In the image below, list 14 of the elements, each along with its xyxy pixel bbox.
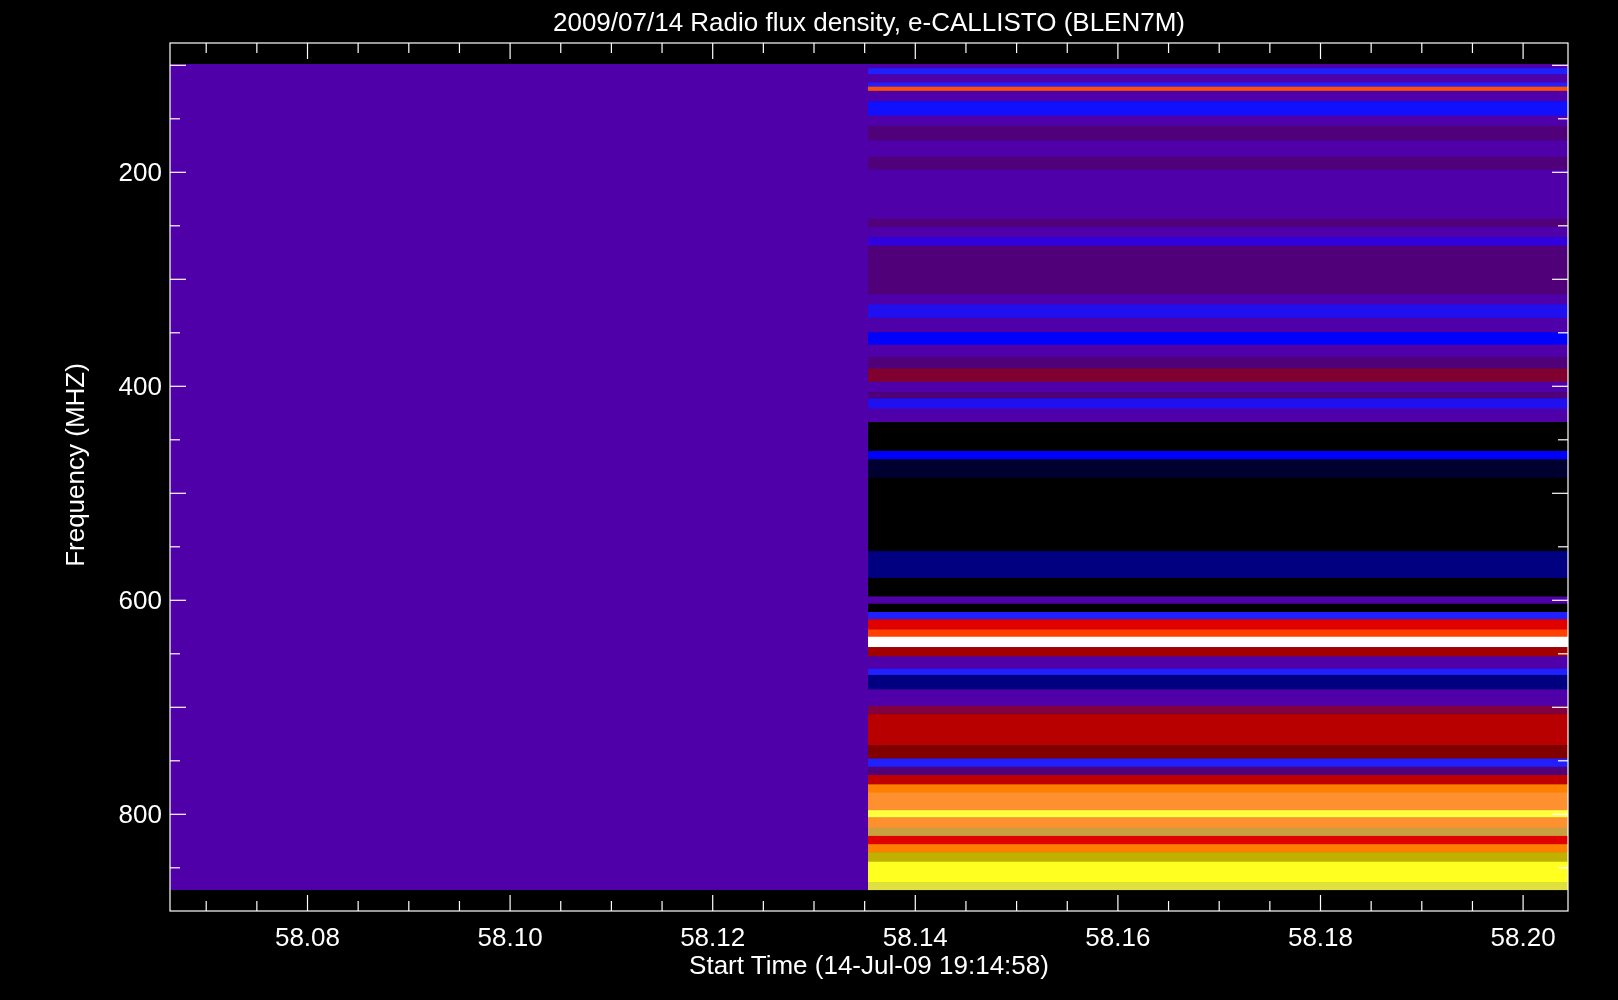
tick-label: 200 <box>118 157 162 188</box>
tick-label: 58.16 <box>1085 922 1151 952</box>
axis-label: Frequency (MHZ) <box>60 363 90 567</box>
tick-label: 600 <box>118 585 162 616</box>
tick-label: 58.14 <box>882 922 948 952</box>
tick-label: 58.20 <box>1490 922 1556 952</box>
tick-label: 58.10 <box>477 922 543 952</box>
tick-label: 58.12 <box>680 922 746 952</box>
plot-title: 2009/07/14 Radio flux density, e-CALLISTO (BLEN7M) <box>553 7 1185 37</box>
axis-label: Start Time (14-Jul-09 19:14:58) <box>689 950 1049 980</box>
tick-label: 800 <box>118 799 162 830</box>
tick-label: 400 <box>118 371 162 402</box>
tick-label: 58.08 <box>274 922 341 952</box>
tick-label: 58.18 <box>1287 922 1354 952</box>
